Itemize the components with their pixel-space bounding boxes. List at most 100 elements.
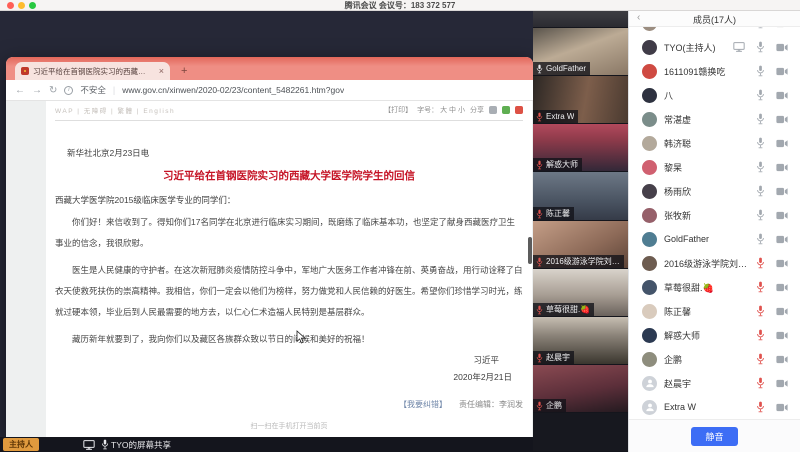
avatar	[642, 27, 657, 31]
member-row[interactable]: 赵晨宇	[629, 371, 800, 395]
camera-icon[interactable]	[776, 355, 788, 364]
mic-active-icon[interactable]	[756, 305, 765, 317]
site-header-links[interactable]: WAP | 无障碍 | 繁體 | English	[55, 105, 175, 115]
mic-muted-icon	[536, 209, 543, 219]
member-name: 黎杲	[664, 161, 750, 174]
print-link[interactable]: 【打印】	[384, 105, 412, 115]
avatar	[642, 112, 657, 127]
mute-button[interactable]: 静音	[691, 427, 737, 446]
back-icon[interactable]: ←	[15, 85, 25, 96]
share-source-label: TYO的屏幕共享	[111, 439, 171, 451]
mic-icon[interactable]	[756, 137, 765, 149]
video-tile[interactable]: 解惑大师	[533, 124, 628, 172]
member-row[interactable]	[629, 27, 800, 35]
video-tile[interactable]: Extra W	[533, 76, 628, 124]
member-row[interactable]: 草莓很甜.🍓	[629, 275, 800, 299]
member-row[interactable]: 陈正馨	[629, 299, 800, 323]
camera-icon[interactable]	[776, 115, 788, 124]
member-row[interactable]: 2016级游泳学院刘佳慧	[629, 251, 800, 275]
font-size-links[interactable]: 字号： 大 中 小	[417, 105, 465, 115]
camera-icon[interactable]	[776, 211, 788, 220]
mic-icon[interactable]	[756, 65, 765, 77]
camera-icon[interactable]	[776, 403, 788, 412]
camera-icon[interactable]	[776, 331, 788, 340]
article-signature: 习近平	[55, 352, 499, 369]
mic-icon[interactable]	[756, 209, 765, 221]
mic-active-icon[interactable]	[756, 329, 765, 341]
member-row[interactable]: 八	[629, 83, 800, 107]
link-share-icon[interactable]	[489, 106, 497, 114]
mic-active-icon[interactable]	[756, 281, 765, 293]
video-tile[interactable]: GoldFather	[533, 28, 628, 76]
weibo-share-icon[interactable]	[515, 106, 523, 114]
error-report-link[interactable]: 【我要纠错】	[399, 399, 447, 410]
mic-icon[interactable]	[756, 161, 765, 173]
mic-icon[interactable]	[756, 233, 765, 245]
video-tile[interactable]	[533, 11, 628, 28]
mic-icon[interactable]	[756, 89, 765, 101]
info-icon[interactable]: i	[64, 86, 73, 95]
video-tile[interactable]: 企鹏	[533, 365, 628, 413]
wechat-share-icon[interactable]	[502, 106, 510, 114]
member-row[interactable]: 解惑大师	[629, 323, 800, 347]
mic-active-icon[interactable]	[756, 353, 765, 365]
member-row[interactable]: 张牧新	[629, 203, 800, 227]
video-tile[interactable]	[533, 413, 628, 452]
member-row[interactable]: 杨雨欣	[629, 179, 800, 203]
member-row[interactable]: 企鹏	[629, 347, 800, 371]
browser-tab-strip: 习近平给在首钢医院实习的西藏… × +	[6, 57, 533, 80]
tile-name: 2016级游泳学院刘…	[546, 256, 620, 267]
camera-icon[interactable]	[776, 379, 788, 388]
avatar	[642, 304, 657, 319]
mic-active-icon[interactable]	[756, 377, 765, 389]
mic-icon[interactable]	[756, 41, 765, 53]
mic-icon[interactable]	[756, 113, 765, 125]
mic-muted-icon	[536, 112, 543, 122]
member-row[interactable]: 黎杲	[629, 155, 800, 179]
camera-icon[interactable]	[776, 43, 788, 52]
camera-icon[interactable]	[776, 139, 788, 148]
video-tile[interactable]: 赵晨宇	[533, 317, 628, 365]
member-row[interactable]: 常湛虚	[629, 107, 800, 131]
person-icon	[645, 402, 655, 412]
header-divider	[55, 120, 523, 121]
member-name: 赵晨宇	[664, 377, 750, 390]
camera-icon[interactable]	[776, 187, 788, 196]
member-row[interactable]: Extra W	[629, 395, 800, 419]
mic-icon[interactable]	[756, 185, 765, 197]
camera-icon[interactable]	[776, 67, 788, 76]
host-badge: 主持人	[3, 438, 39, 451]
video-tile[interactable]: 草莓很甜.🍓	[533, 269, 628, 317]
camera-icon[interactable]	[776, 27, 788, 28]
camera-icon[interactable]	[776, 235, 788, 244]
screen-share-stage: 习近平给在首钢医院实习的西藏… × + ← → ↻ i 不安全 | www.go…	[0, 11, 628, 452]
member-row[interactable]: GoldFather	[629, 227, 800, 251]
page-scrollbar[interactable]	[528, 237, 532, 264]
mic-active-icon[interactable]	[756, 401, 765, 413]
mic-active-icon[interactable]	[756, 257, 765, 269]
camera-icon[interactable]	[776, 283, 788, 292]
mic-icon[interactable]	[756, 27, 765, 29]
tab-close-icon[interactable]: ×	[159, 67, 164, 76]
camera-icon[interactable]	[776, 307, 788, 316]
avatar	[642, 160, 657, 175]
forward-icon[interactable]: →	[32, 85, 42, 96]
reload-icon[interactable]: ↻	[49, 85, 57, 96]
gov-favicon	[21, 67, 29, 75]
avatar	[642, 328, 657, 343]
member-row[interactable]: TYO(主持人)	[629, 35, 800, 59]
video-tile[interactable]: 2016级游泳学院刘…	[533, 221, 628, 269]
url-input[interactable]: www.gov.cn/xinwen/2020-02/23/content_548…	[122, 85, 344, 95]
avatar	[642, 64, 657, 79]
camera-icon[interactable]	[776, 259, 788, 268]
avatar	[642, 400, 657, 415]
camera-icon[interactable]	[776, 163, 788, 172]
avatar	[642, 280, 657, 295]
video-tile[interactable]: 陈正馨	[533, 172, 628, 221]
screen-share-icon[interactable]	[733, 42, 745, 52]
member-row[interactable]: 韩济聪	[629, 131, 800, 155]
new-tab-button[interactable]: +	[181, 65, 187, 77]
browser-tab[interactable]: 习近平给在首钢医院实习的西藏… ×	[15, 62, 170, 80]
camera-icon[interactable]	[776, 91, 788, 100]
member-row[interactable]: 1611091赣换吃	[629, 59, 800, 83]
